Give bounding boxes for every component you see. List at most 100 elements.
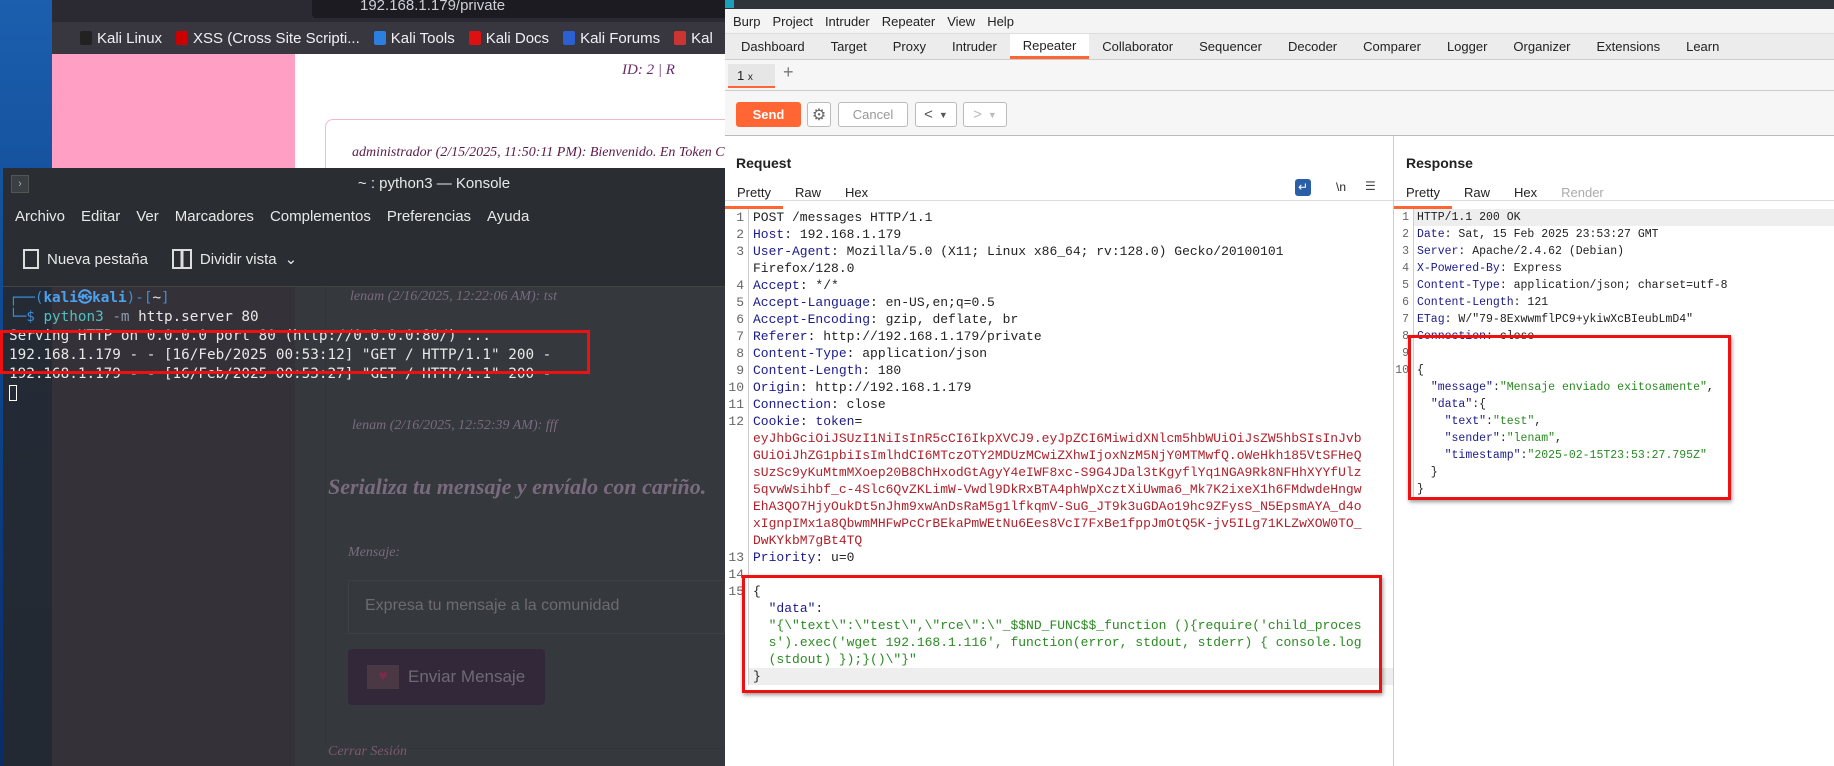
bookmark-label: Kali Forums (580, 29, 661, 47)
line-number: 6 (1394, 294, 1414, 311)
token-key: Content-Length (753, 363, 863, 378)
menu-item-view[interactable]: View (947, 14, 975, 29)
bookmark-item[interactable]: Kali Docs (468, 29, 550, 47)
line-text: EhA3QO7HjyOukDt5nJhm9xwAnDsRaM5g1lfkqmV-… (749, 498, 1393, 515)
response-title: Response (1406, 155, 1473, 171)
chevron-down-icon: ⌄ (284, 251, 298, 268)
bookmark-item[interactable]: Kali Linux (80, 30, 162, 47)
line-number: 7 (1394, 311, 1414, 328)
bookmark-icon (563, 31, 576, 45)
token-key: Date (1417, 228, 1445, 241)
menu-item-burp[interactable]: Burp (733, 14, 760, 29)
menu-item-ver[interactable]: Ver (136, 208, 159, 225)
send-button[interactable]: Send (736, 102, 801, 127)
code-line: 7 ETag: W/"79-8ExwwmflPC9+ykiwXcBIeubLmD4… (1394, 311, 1834, 328)
back-button[interactable]: < ▼ (915, 102, 957, 127)
tab-learn[interactable]: Learn (1673, 34, 1732, 59)
token-plain: = (854, 414, 863, 429)
message-item: administrador (2/15/2025, 11:50:11 PM): … (352, 145, 725, 160)
token-key: User-Agent (753, 244, 832, 259)
line-number: 8 (725, 345, 749, 362)
line-number (725, 447, 749, 464)
tab-proxy[interactable]: Proxy (880, 34, 939, 59)
repeater-tab-1[interactable]: 1 x (728, 64, 775, 88)
token-tok: GUiOiJhZG1pbiIsImlhdCI6MTczOTY2MDUzMCwiZ… (753, 448, 1362, 463)
menu-item-intruder[interactable]: Intruder (825, 14, 870, 29)
tab-intruder[interactable]: Intruder (939, 34, 1010, 59)
cancel-button[interactable]: Cancel (838, 102, 908, 127)
token-plain: : application/json (846, 346, 988, 361)
token-plain: : */* (799, 278, 839, 293)
token-key: ETag (1417, 313, 1445, 326)
wrap-lines-icon[interactable]: ↵ (1295, 179, 1311, 196)
browser-toolbar: 192.168.1.179/private (52, 0, 725, 22)
bookmark-label: Kali Linux (97, 29, 163, 47)
bookmark-item[interactable]: Kali Tools (373, 30, 455, 47)
line-number: 3 (725, 243, 749, 260)
tab-collaborator[interactable]: Collaborator (1089, 34, 1186, 59)
line-text: xIgnpIMx1a8QbwmMHFwPcCrBEkaPmWEtNu6Ees8V… (749, 515, 1393, 532)
bookmark-item[interactable]: XSS (Cross Site Scripti... (176, 30, 360, 47)
tab-decoder[interactable]: Decoder (1275, 34, 1350, 59)
line-text: Host: 192.168.1.179 (749, 226, 1393, 243)
menu-item-repeater[interactable]: Repeater (882, 14, 935, 29)
code-line: 4 Accept: */* (725, 277, 1393, 294)
menu-item-preferencias[interactable]: Preferencias (387, 208, 471, 225)
chevron-right-icon: > (973, 106, 982, 123)
menu-item-archivo[interactable]: Archivo (15, 208, 65, 225)
split-view-icon (171, 249, 192, 269)
repeater-tabs: 1 x + (725, 60, 1834, 91)
konsole-toolbar: Nueva pestaña Dividir vista ⌄ (3, 232, 725, 287)
prompt-user: kali (43, 290, 78, 306)
tab-sequencer[interactable]: Sequencer (1186, 34, 1275, 59)
token-plain: : Express (1499, 262, 1562, 275)
tab-repeater[interactable]: Repeater (1009, 34, 1090, 59)
prompt-dir: ~ (152, 290, 162, 306)
menu-item-ayuda[interactable]: Ayuda (487, 208, 529, 225)
code-line: Firefox/128.0 (725, 260, 1393, 277)
tab-dashboard[interactable]: Dashboard (728, 34, 818, 59)
line-text: POST /messages HTTP/1.1 (749, 209, 1393, 226)
tab-logger[interactable]: Logger (1434, 34, 1500, 59)
line-text: HTTP/1.1 200 OK (1414, 209, 1834, 226)
new-tab-button[interactable]: Nueva pestaña (23, 249, 148, 269)
close-icon[interactable]: x (748, 72, 753, 83)
forward-button[interactable]: > ▼ (963, 102, 1007, 127)
token-plain: : Mozilla/5.0 (X11; Linux x86_64; rv:128… (831, 244, 1284, 259)
newline-toggle-icon[interactable]: \n (1336, 180, 1346, 194)
gear-icon[interactable]: ⚙ (807, 102, 831, 127)
line-text: Cookie: token= (749, 413, 1393, 430)
code-line: 8 Content-Type: application/json (725, 345, 1393, 362)
menu-item-help[interactable]: Help (987, 14, 1014, 29)
bookmark-label: Kali Docs (485, 29, 550, 47)
konsole-app-icon[interactable]: › (11, 175, 29, 193)
line-text: Content-Length: 180 (749, 362, 1393, 379)
token-plain: : 192.168.1.179 (784, 227, 902, 242)
menu-item-marcadores[interactable]: Marcadores (175, 208, 254, 225)
token-key: Host (753, 227, 785, 242)
token-plain: Firefox/128.0 (753, 261, 855, 276)
line-number: 13 (725, 549, 749, 566)
bookmarks-bar: Kali Linux XSS (Cross Site Scripti... Kali… (52, 22, 725, 54)
menu-item-project[interactable]: Project (772, 14, 812, 29)
window-title: ~ : python3 — Konsole (357, 175, 511, 192)
add-tab-icon[interactable]: + (783, 62, 794, 83)
line-number (725, 464, 749, 481)
tab-organizer[interactable]: Organizer (1500, 34, 1583, 59)
menu-icon[interactable]: ☰ (1365, 179, 1376, 193)
token-key: Server (1417, 245, 1459, 258)
token-plain: : close (831, 397, 886, 412)
tab-comparer[interactable]: Comparer (1350, 34, 1434, 59)
bookmark-item[interactable]: Kali Forums (563, 30, 660, 47)
token-plain: : (799, 414, 816, 429)
bookmark-item[interactable]: Kal (674, 30, 713, 47)
split-view-button[interactable]: Dividir vista ⌄ (171, 249, 298, 269)
code-line: 4 X-Powered-By: Express (1394, 260, 1834, 277)
tab-target[interactable]: Target (818, 34, 880, 59)
url-bar[interactable]: 192.168.1.179/private (312, 0, 725, 18)
menu-item-editar[interactable]: Editar (81, 208, 120, 225)
token-key: Origin (753, 380, 800, 395)
token-tok: DwKYkbM7gBt4TQ (753, 533, 863, 548)
tab-extensions[interactable]: Extensions (1584, 34, 1674, 59)
menu-item-complementos[interactable]: Complementos (270, 208, 371, 225)
